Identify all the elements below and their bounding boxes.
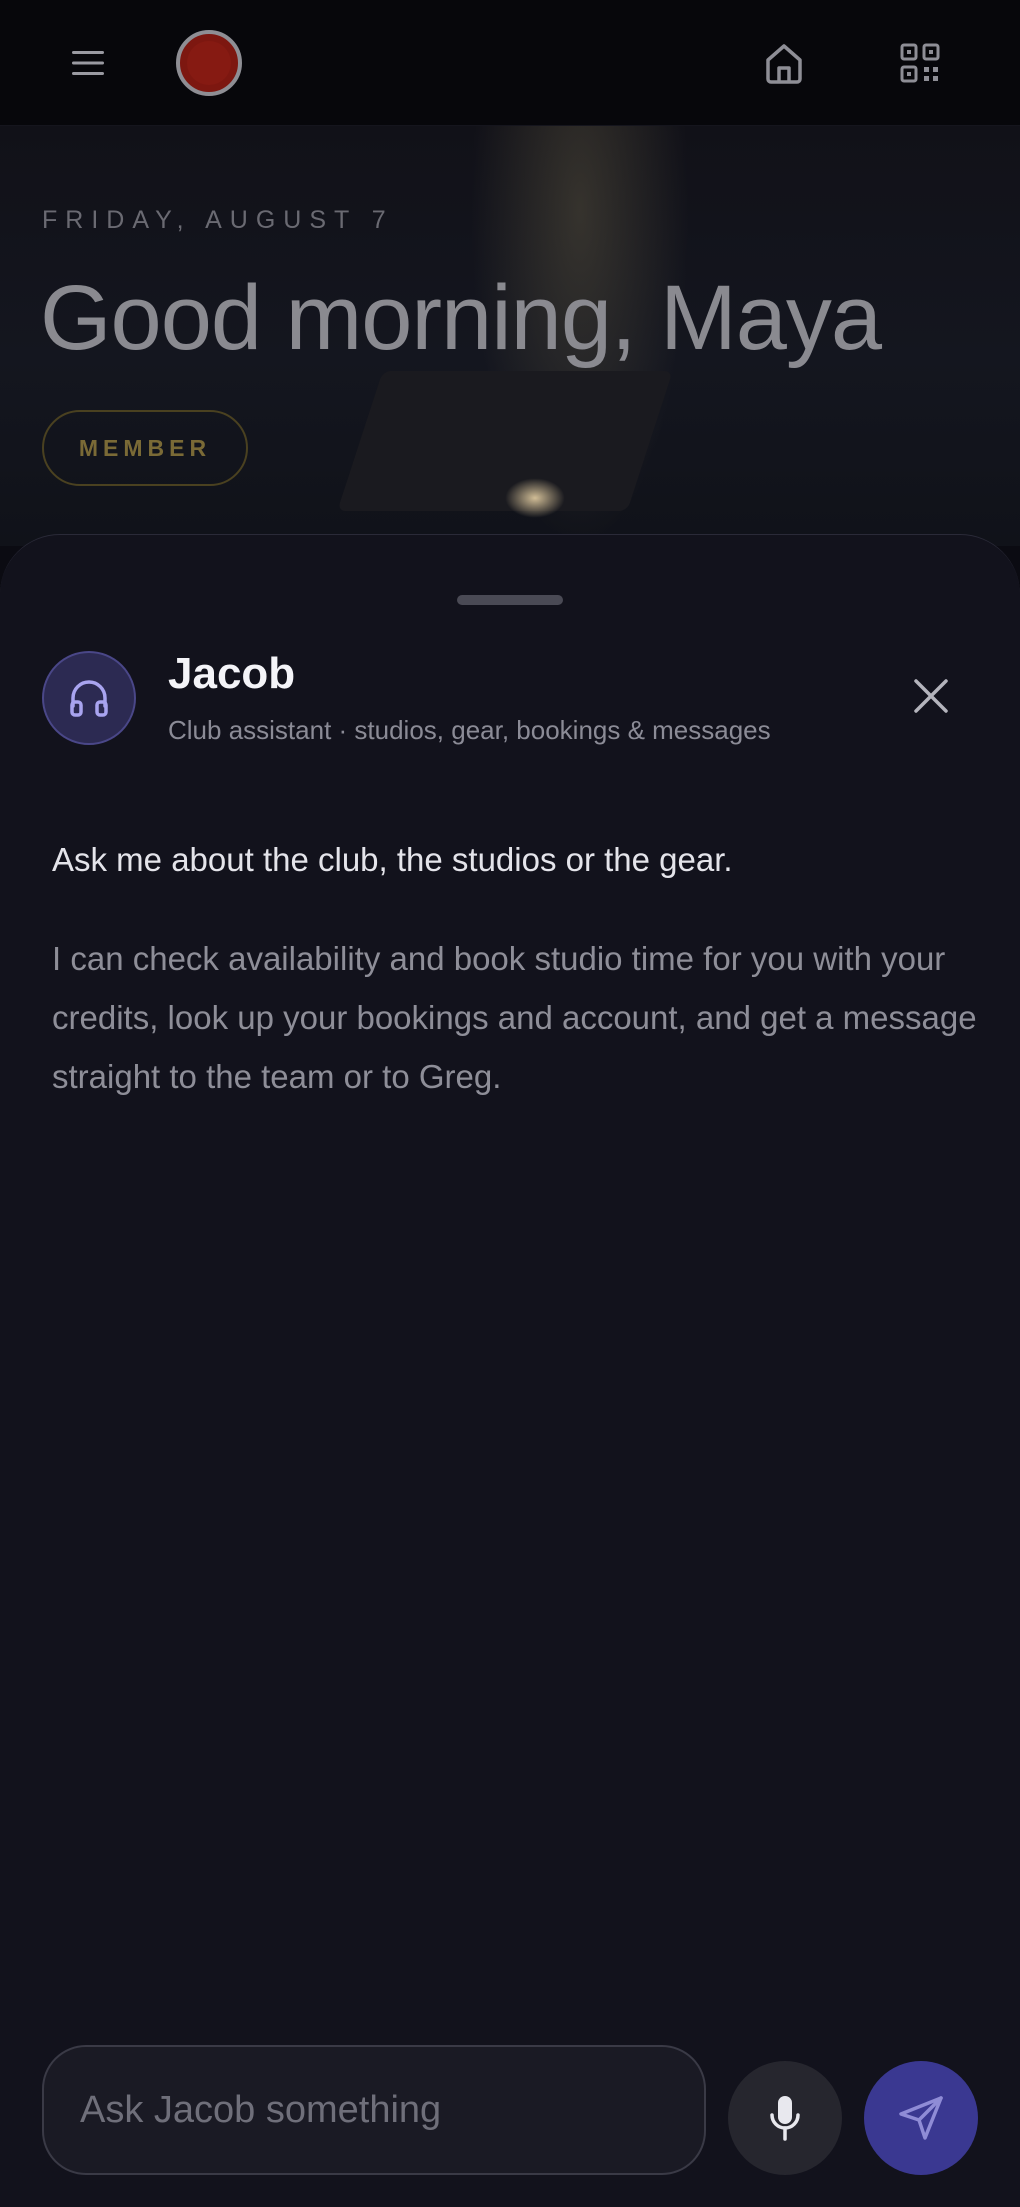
- assistant-name: Jacob: [168, 649, 296, 698]
- close-icon: [914, 679, 948, 713]
- close-button[interactable]: [900, 665, 962, 727]
- headphones-icon: [70, 680, 108, 717]
- assistant-avatar: [42, 651, 136, 745]
- app-screen: FRIDAY, AUGUST 7 Good morning, Maya MEMB…: [0, 0, 1020, 2207]
- menu-button[interactable]: [60, 32, 116, 94]
- record-button[interactable]: [176, 30, 242, 96]
- top-bar: [0, 0, 1020, 126]
- hero-banner: FRIDAY, AUGUST 7 Good morning, Maya MEMB…: [0, 126, 1020, 546]
- qr-code-button[interactable]: [892, 32, 948, 94]
- hero-lamp: [505, 478, 565, 518]
- menu-icon: [72, 51, 104, 75]
- assistant-sheet: Jacob Club assistant · studios, gear, bo…: [0, 534, 1020, 2207]
- intro-title: Ask me about the club, the studios or th…: [52, 841, 733, 878]
- hero-date: FRIDAY, AUGUST 7: [42, 206, 394, 234]
- sheet-grabber[interactable]: [457, 595, 563, 605]
- send-icon: [899, 2096, 943, 2140]
- qr-code-icon: [900, 43, 940, 83]
- hero-studio-image: [337, 371, 673, 511]
- home-button[interactable]: [756, 32, 812, 94]
- send-button[interactable]: [864, 2061, 978, 2175]
- message-composer: [42, 2045, 706, 2175]
- message-input[interactable]: [80, 2088, 704, 2132]
- member-badge: MEMBER: [42, 410, 248, 486]
- microphone-icon: [770, 2096, 800, 2141]
- intro-body: I can check availability and book studio…: [52, 940, 977, 1095]
- assistant-subtitle: Club assistant · studios, gear, bookings…: [168, 715, 771, 745]
- microphone-button[interactable]: [728, 2061, 842, 2175]
- home-icon: [766, 44, 802, 84]
- hero-greeting: Good morning, Maya: [40, 267, 882, 369]
